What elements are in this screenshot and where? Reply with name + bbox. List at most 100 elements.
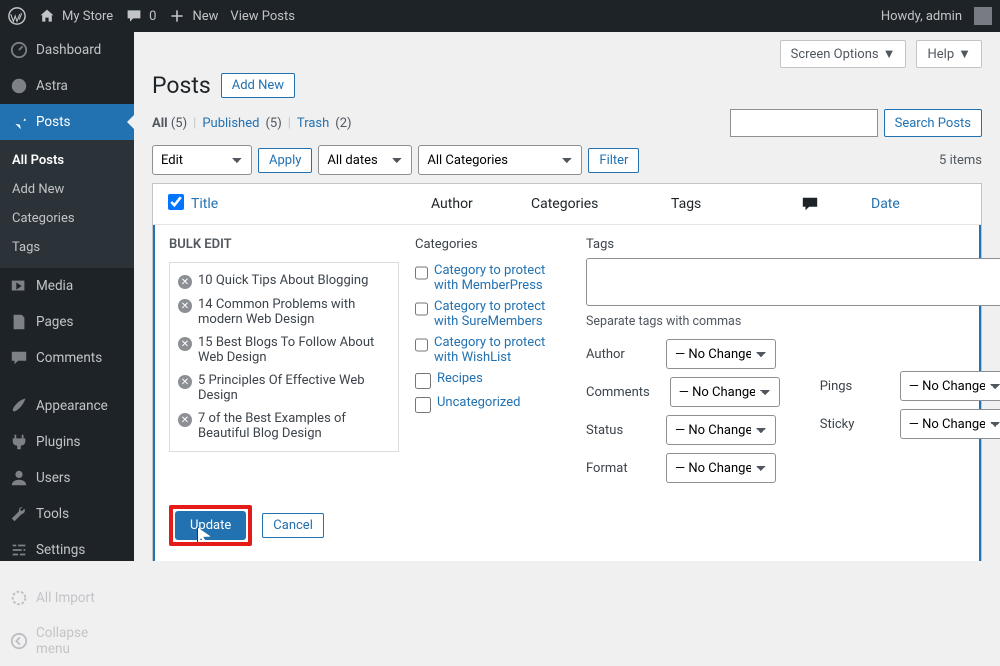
- remove-icon[interactable]: ✕: [178, 413, 192, 427]
- sidebar-item-tools[interactable]: Tools: [0, 496, 134, 532]
- site-name: My Store: [62, 9, 113, 24]
- sidebar-item-settings[interactable]: Settings: [0, 532, 134, 568]
- pings-select[interactable]: — No Change —: [900, 371, 1000, 401]
- search-posts-button[interactable]: Search Posts: [884, 109, 982, 137]
- view-all[interactable]: All: [152, 116, 168, 131]
- comment-icon: [125, 7, 143, 25]
- sidebar-submenu-posts: All Posts Add New Categories Tags: [0, 140, 134, 268]
- tags-label: Tags: [586, 237, 1000, 252]
- submenu-add-new[interactable]: Add New: [0, 175, 134, 204]
- col-categories: Categories: [531, 196, 671, 212]
- col-comments[interactable]: [801, 195, 871, 213]
- new-content[interactable]: New: [168, 7, 218, 25]
- categories-label: Categories: [415, 237, 570, 252]
- table-header: Title Author Categories Tags Date: [153, 184, 981, 225]
- user-icon: [10, 469, 28, 487]
- plug-icon: [10, 433, 28, 451]
- sidebar-item-allimport[interactable]: All Import: [0, 580, 134, 616]
- collapse-icon: [10, 632, 28, 650]
- format-select[interactable]: — No Change —: [666, 453, 776, 483]
- filter-button[interactable]: Filter: [588, 148, 639, 173]
- comments-bubble[interactable]: 0: [125, 7, 156, 25]
- tags-textarea[interactable]: [586, 258, 1000, 306]
- view-trash[interactable]: Trash: [297, 116, 329, 131]
- cancel-button[interactable]: Cancel: [262, 513, 324, 538]
- media-icon: [10, 277, 28, 295]
- home-icon: [38, 7, 56, 25]
- item-count: 5 items: [939, 153, 982, 168]
- category-filter-select[interactable]: All Categories: [418, 145, 582, 175]
- sidebar-item-plugins[interactable]: Plugins: [0, 424, 134, 460]
- comment-icon: [801, 195, 819, 213]
- status-select[interactable]: — No Change —: [666, 415, 776, 445]
- category-checkbox[interactable]: Category to protect with WishList: [415, 332, 570, 368]
- col-title[interactable]: Title: [191, 196, 431, 212]
- tags-hint: Separate tags with commas: [586, 314, 1000, 329]
- col-author: Author: [431, 196, 531, 212]
- bulk-title-item: ✕5 Principles Of Effective Web Design: [176, 369, 392, 407]
- view-published[interactable]: Published: [202, 116, 259, 131]
- col-date[interactable]: Date: [871, 196, 971, 212]
- sidebar-item-media[interactable]: Media: [0, 268, 134, 304]
- author-select[interactable]: — No Change —: [666, 339, 776, 369]
- page-icon: [10, 313, 28, 331]
- brush-icon: [10, 397, 28, 415]
- category-checkbox[interactable]: Uncategorized: [415, 392, 570, 416]
- submenu-categories[interactable]: Categories: [0, 204, 134, 233]
- sidebar-item-astra[interactable]: Astra: [0, 68, 134, 104]
- sidebar-item-dashboard[interactable]: Dashboard: [0, 32, 134, 68]
- submenu-tags[interactable]: Tags: [0, 233, 134, 262]
- plus-icon: [168, 7, 186, 25]
- wp-logo[interactable]: [8, 7, 26, 25]
- admin-sidebar: Dashboard Astra Posts All Posts Add New …: [0, 32, 134, 561]
- select-all-checkbox[interactable]: [168, 194, 184, 210]
- bulk-edit-panel: BULK EDIT ✕10 Quick Tips About Blogging …: [153, 225, 981, 561]
- category-checkbox[interactable]: Category to protect with SureMembers: [415, 296, 570, 332]
- pin-icon: [10, 113, 28, 131]
- bulk-action-select[interactable]: Edit: [152, 145, 252, 175]
- sidebar-item-comments[interactable]: Comments: [0, 340, 134, 376]
- sidebar-item-pages[interactable]: Pages: [0, 304, 134, 340]
- import-icon: [10, 589, 28, 607]
- page-title: Posts: [152, 72, 211, 99]
- add-new-button[interactable]: Add New: [221, 73, 295, 98]
- bulk-edit-title-list: ✕10 Quick Tips About Blogging ✕14 Common…: [169, 262, 399, 452]
- sticky-select[interactable]: — No Change —: [900, 409, 1000, 439]
- bulk-edit-heading: BULK EDIT: [169, 237, 399, 252]
- comments-select[interactable]: — No Change —: [670, 377, 780, 407]
- col-tags: Tags: [671, 196, 801, 212]
- date-filter-select[interactable]: All dates: [318, 145, 412, 175]
- help-button[interactable]: Help ▼: [916, 40, 982, 68]
- remove-icon[interactable]: ✕: [178, 299, 192, 313]
- account-link[interactable]: Howdy, admin: [881, 9, 962, 24]
- wordpress-icon: [8, 7, 26, 25]
- submenu-all-posts[interactable]: All Posts: [0, 146, 134, 175]
- remove-icon[interactable]: ✕: [178, 275, 192, 289]
- chevron-down-icon: ▼: [883, 46, 896, 62]
- search-input[interactable]: [730, 109, 878, 137]
- bulk-title-item: ✕7 of the Best Examples of Beautiful Blo…: [176, 407, 392, 445]
- comment-icon: [10, 349, 28, 367]
- category-checkbox[interactable]: Category to protect with MemberPress: [415, 260, 570, 296]
- comment-count: 0: [149, 9, 156, 24]
- view-posts-link[interactable]: View Posts: [230, 9, 295, 24]
- site-home-link[interactable]: My Store: [38, 7, 113, 25]
- apply-button[interactable]: Apply: [258, 148, 312, 173]
- sidebar-item-posts[interactable]: Posts: [0, 104, 134, 140]
- sidebar-item-users[interactable]: Users: [0, 460, 134, 496]
- remove-icon[interactable]: ✕: [178, 375, 192, 389]
- chevron-down-icon: ▼: [958, 46, 971, 62]
- bulk-title-item: ✕10 Quick Tips About Blogging: [176, 269, 392, 293]
- sliders-icon: [10, 541, 28, 559]
- astra-icon: [10, 77, 28, 95]
- bulk-title-item: ✕15 Best Blogs To Follow About Web Desig…: [176, 331, 392, 369]
- sidebar-collapse[interactable]: Collapse menu: [0, 616, 134, 666]
- category-checkbox[interactable]: Recipes: [415, 368, 570, 392]
- sidebar-item-appearance[interactable]: Appearance: [0, 388, 134, 424]
- wrench-icon: [10, 505, 28, 523]
- avatar[interactable]: [974, 7, 992, 25]
- screen-options-button[interactable]: Screen Options ▼: [780, 40, 907, 68]
- remove-icon[interactable]: ✕: [178, 337, 192, 351]
- update-button[interactable]: Update: [175, 511, 246, 540]
- gauge-icon: [10, 41, 28, 59]
